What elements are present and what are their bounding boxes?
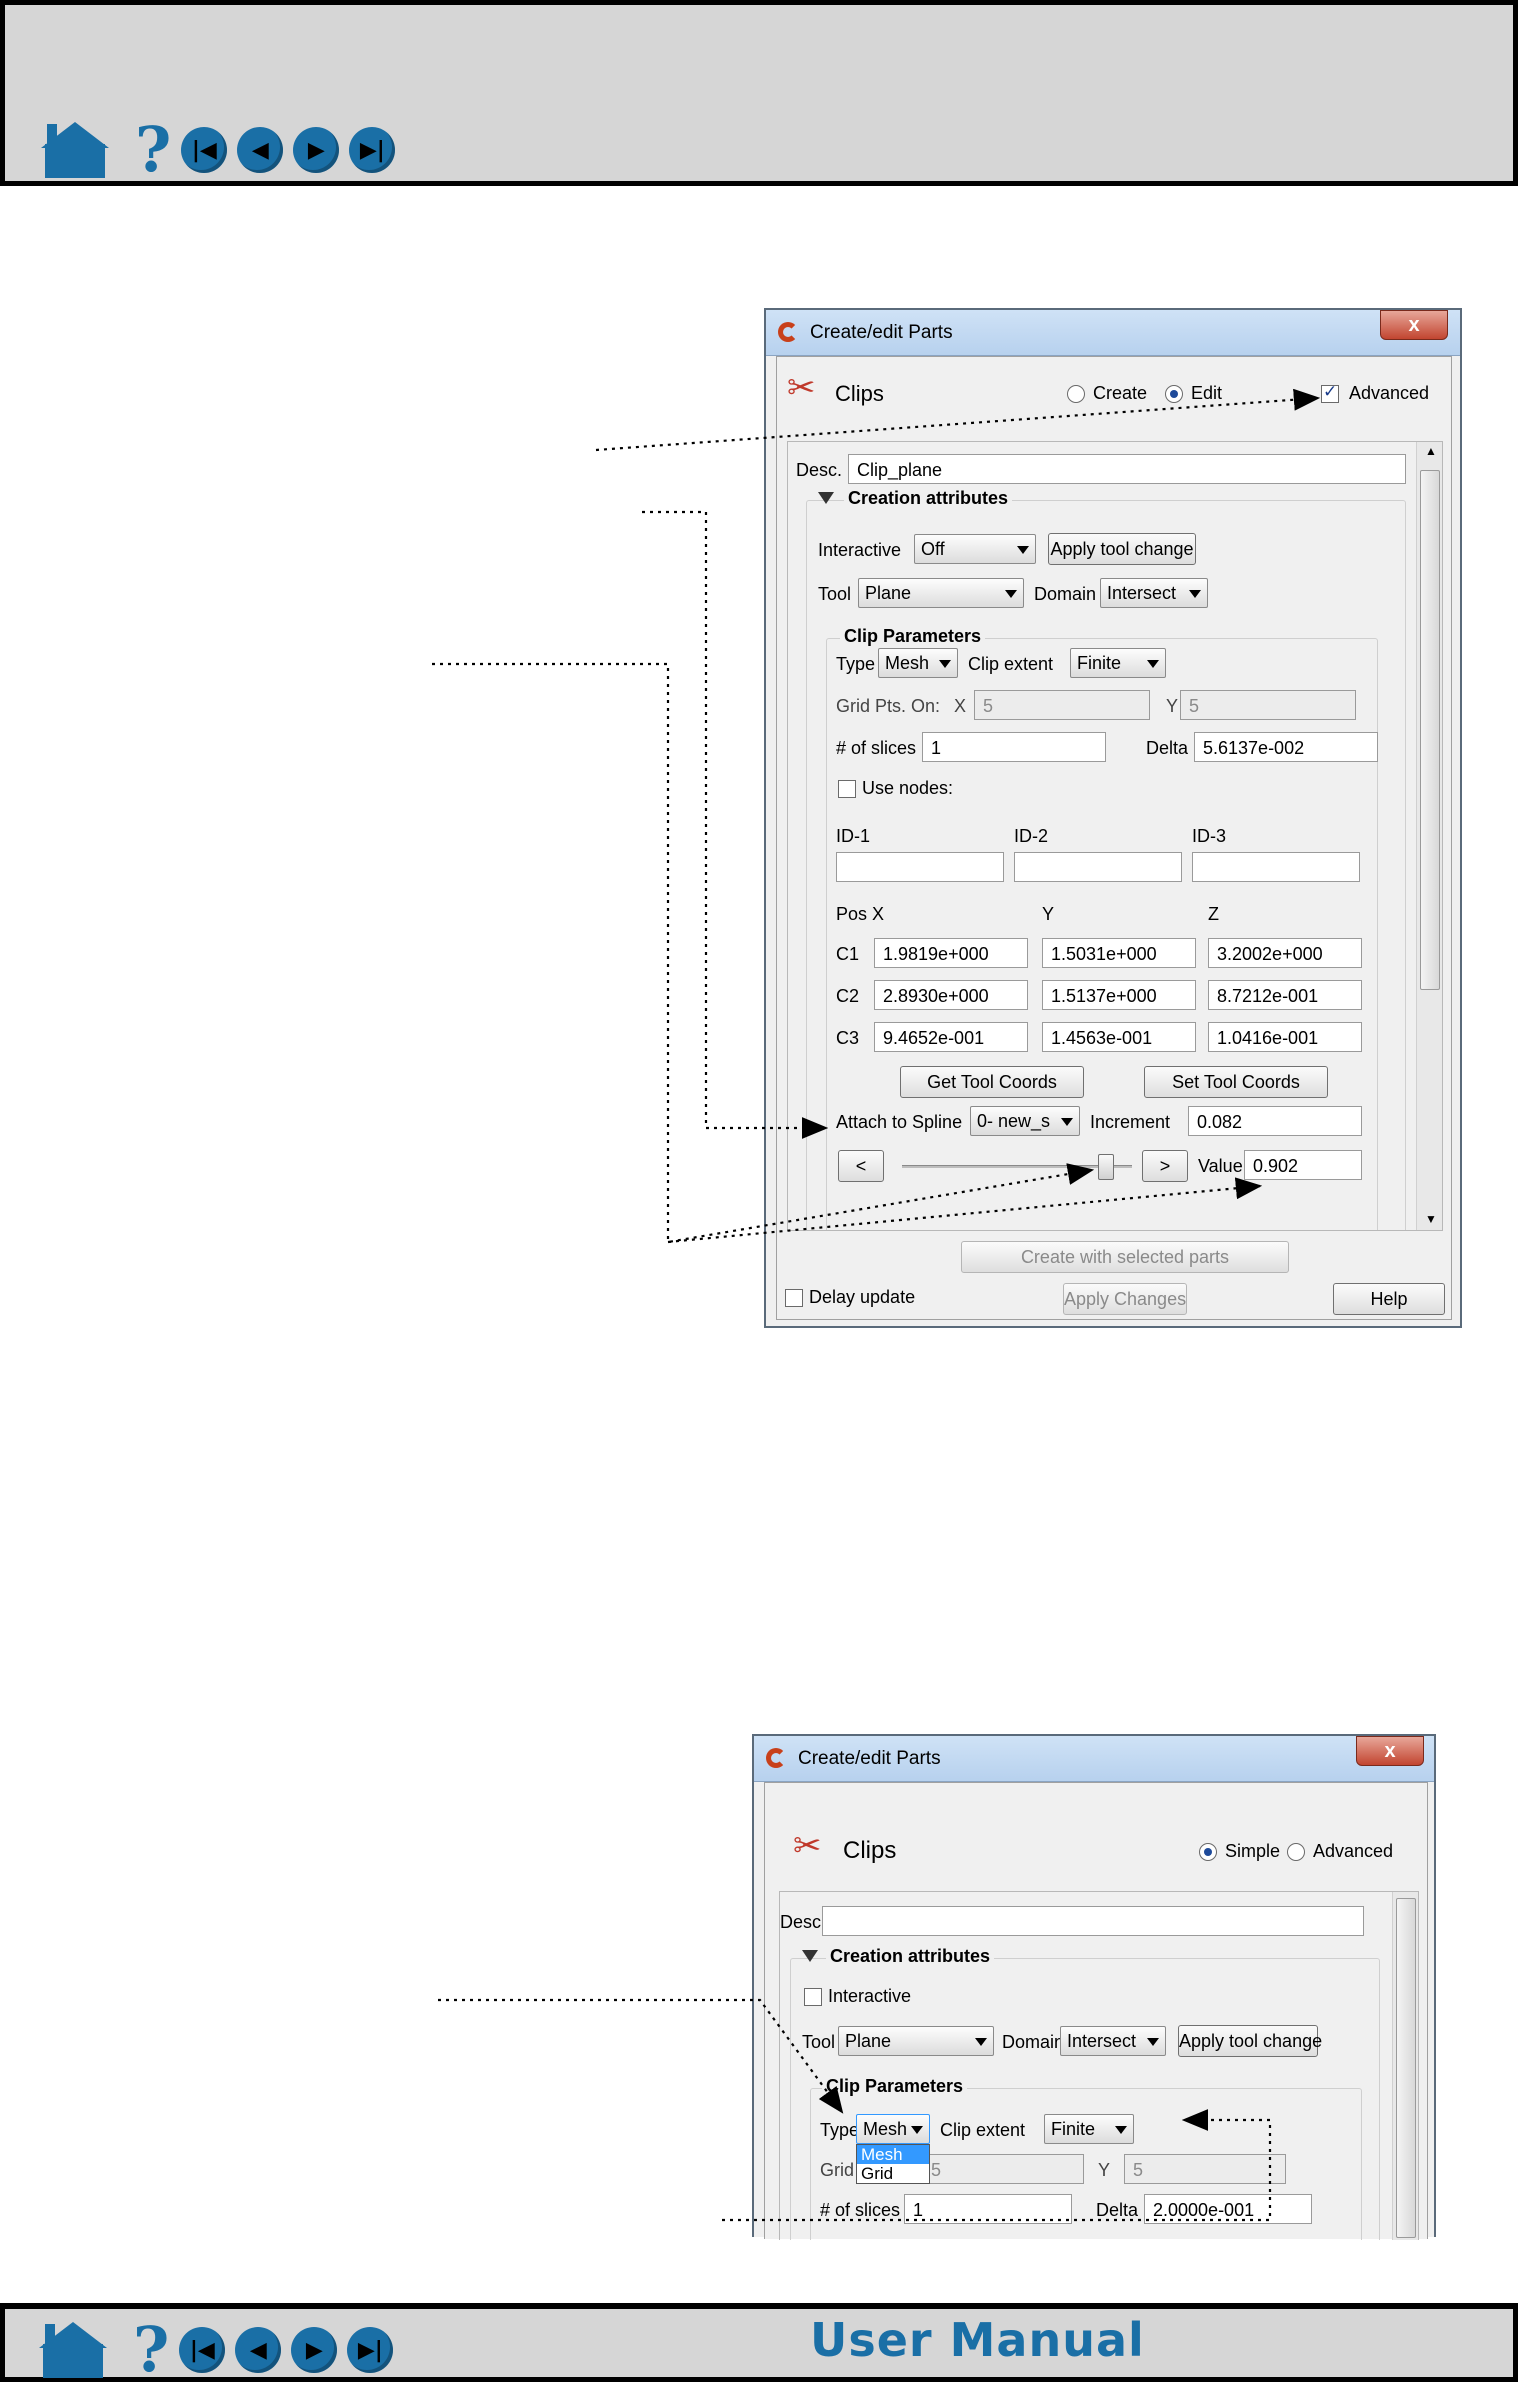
callout-attach-spline — [642, 510, 829, 1139]
callout-clip-extent — [722, 2109, 1272, 2222]
nav-toolbar-bottom: ? |◀ ◀ ▶ ▶| — [39, 2319, 394, 2381]
callout-type — [438, 1998, 844, 2114]
callout-lines — [432, 388, 1321, 2222]
home-icon[interactable] — [39, 2322, 107, 2378]
callout-advanced — [595, 388, 1321, 452]
previous-page-icon[interactable]: ◀ — [235, 2327, 282, 2373]
first-page-icon[interactable]: |◀ — [179, 2327, 226, 2373]
next-page-icon[interactable]: ▶ — [291, 2327, 338, 2373]
footer-title: User Manual — [810, 2313, 1145, 2367]
last-page-icon[interactable]: ▶| — [347, 2327, 394, 2373]
callout-slider — [432, 662, 1095, 1244]
page-footer-bar: ? |◀ ◀ ▶ ▶| — [0, 2303, 1518, 2382]
help-icon[interactable]: ? — [133, 2319, 169, 2381]
callout-value — [667, 1177, 1263, 1244]
